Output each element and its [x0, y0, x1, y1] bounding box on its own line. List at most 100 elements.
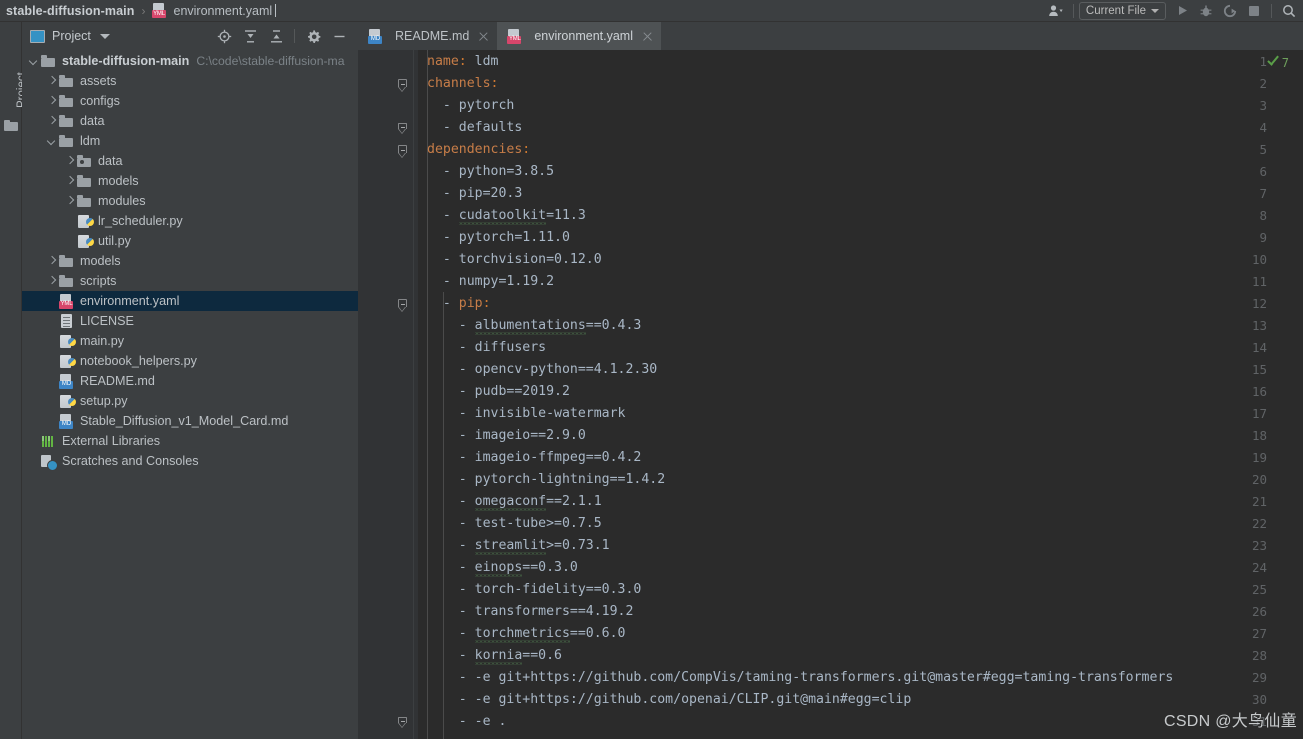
code-line[interactable]: - omegaconf==2.1.1 [427, 491, 602, 513]
code-line[interactable]: - diffusers [427, 337, 546, 359]
code-line[interactable]: - torchvision=0.12.0 [427, 249, 602, 271]
tree-item-util-py[interactable]: util.py [22, 231, 358, 251]
chevron-right-icon[interactable] [46, 75, 59, 88]
tree-item-ldm[interactable]: ldm [22, 131, 358, 151]
chevron-right-icon[interactable] [46, 115, 59, 128]
tree-item-stable-diffusion-v1-model-card-md[interactable]: MD Stable_Diffusion_v1_Model_Card.md [22, 411, 358, 431]
code-line[interactable]: - torchmetrics==0.6.0 [427, 623, 626, 645]
code-line[interactable]: - pytorch-lightning==1.4.2 [427, 469, 665, 491]
tree-item-setup-py[interactable]: setup.py [22, 391, 358, 411]
scroll-from-source-icon[interactable] [211, 23, 237, 49]
code-line[interactable]: - -e git+https://github.com/CompVis/tami… [427, 667, 1174, 689]
expand-all-icon[interactable] [237, 23, 263, 49]
code-line[interactable]: name: ldm [427, 51, 498, 73]
chevron-down-icon[interactable] [46, 135, 59, 148]
code-line[interactable]: - streamlit>=0.73.1 [427, 535, 610, 557]
code-token: - imageio-ffmpeg==0.4.2 [427, 450, 642, 465]
fold-region-end-icon[interactable] [398, 123, 409, 134]
tree-item-lr-scheduler-py[interactable]: lr_scheduler.py [22, 211, 358, 231]
code-line[interactable]: channels: [427, 73, 498, 95]
close-icon[interactable] [641, 30, 654, 43]
code-line[interactable]: - imageio-ffmpeg==0.4.2 [427, 447, 642, 469]
chevron-right-icon[interactable] [64, 195, 77, 208]
search-icon[interactable] [1277, 1, 1301, 21]
code-line[interactable]: - invisible-watermark [427, 403, 626, 425]
code-line[interactable]: - cudatoolkit=11.3 [427, 205, 586, 227]
debug-bug-icon[interactable] [1194, 1, 1218, 21]
fold-collapse-icon[interactable] [398, 79, 409, 92]
code-line[interactable]: - python=3.8.5 [427, 161, 554, 183]
fold-collapse-icon[interactable] [398, 299, 409, 312]
editor-gutter[interactable] [358, 50, 418, 739]
code-line[interactable]: - opencv-python==4.1.2.30 [427, 359, 658, 381]
code-line[interactable]: - test-tube>=0.7.5 [427, 513, 602, 535]
code-line[interactable]: - kornia==0.6 [427, 645, 562, 667]
chevron-right-icon[interactable] [46, 95, 59, 108]
run-coverage-icon[interactable] [1218, 1, 1242, 21]
tree-item-environment-yaml[interactable]: YML environment.yaml [22, 291, 358, 311]
chevron-right-icon[interactable] [64, 175, 77, 188]
project-panel-title: Project [52, 29, 91, 43]
chevron-right-icon[interactable] [46, 255, 59, 268]
fold-region-end-icon[interactable] [398, 717, 409, 728]
tree-item-configs[interactable]: configs [22, 91, 358, 111]
run-configuration-selector[interactable]: Current File [1078, 1, 1166, 20]
code-line[interactable]: - pip: [427, 293, 491, 315]
run-play-icon[interactable] [1170, 1, 1194, 21]
tree-item-modules[interactable]: modules [22, 191, 358, 211]
code-line[interactable]: - -e . [427, 711, 507, 733]
tree-item-data[interactable]: data [22, 111, 358, 131]
tree-item-stable-diffusion-main[interactable]: stable-diffusion-main C:\code\stable-diff… [22, 51, 358, 71]
breadcrumb-file[interactable]: environment.yaml [174, 4, 273, 18]
code-line[interactable]: - transformers==4.19.2 [427, 601, 634, 623]
tree-item-scratches-and-consoles[interactable]: Scratches and Consoles [22, 451, 358, 471]
tree-item-scripts[interactable]: scripts [22, 271, 358, 291]
editor-tab-environment-yaml[interactable]: YML environment.yaml [497, 22, 661, 50]
code-token: - [427, 296, 459, 311]
code-line[interactable]: - pytorch=1.11.0 [427, 227, 570, 249]
user-icon[interactable] [1044, 1, 1068, 21]
tree-item-models[interactable]: models [22, 251, 358, 271]
code-content[interactable]: name: ldm channels: - pytorch - defaults d… [418, 50, 1303, 739]
editor-tab-readme-md[interactable]: MD README.md [358, 22, 497, 50]
code-token: pip [458, 296, 483, 311]
tree-item-main-py[interactable]: main.py [22, 331, 358, 351]
breadcrumb-project[interactable]: stable-diffusion-main [6, 4, 135, 18]
tree-item-data[interactable]: data [22, 151, 358, 171]
chevron-down-icon[interactable] [28, 55, 41, 68]
project-file-tree[interactable]: stable-diffusion-main C:\code\stable-diff… [22, 50, 358, 471]
tree-item-license[interactable]: LICENSE [22, 311, 358, 331]
tree-item-label: data [98, 154, 123, 168]
tree-item-assets[interactable]: assets [22, 71, 358, 91]
close-icon[interactable] [477, 30, 490, 43]
code-line[interactable]: - pytorch [427, 95, 514, 117]
code-line[interactable]: - pudb==2019.2 [427, 381, 570, 403]
code-line[interactable]: dependencies: [427, 139, 530, 161]
chevron-down-icon[interactable] [99, 33, 110, 39]
fold-collapse-icon[interactable] [398, 145, 409, 158]
tree-item-models[interactable]: models [22, 171, 358, 191]
code-line[interactable]: - defaults [427, 117, 522, 139]
code-line[interactable]: - numpy=1.19.2 [427, 271, 554, 293]
code-token: name [427, 54, 459, 69]
tree-item-readme-md[interactable]: MD README.md [22, 371, 358, 391]
code-editor[interactable]: 1 2 3 4 5 6 7 8 9 10 11 12 13 14 15 16 17 18 19 20 21 22 23 24 2… [358, 50, 1303, 739]
code-line[interactable]: - torch-fidelity==0.3.0 [427, 579, 642, 601]
code-line[interactable]: - imageio==2.9.0 [427, 425, 586, 447]
chevron-right-icon[interactable] [46, 275, 59, 288]
chevron-right-icon[interactable] [64, 155, 77, 168]
tool-window-tab-project[interactable]: Project [0, 46, 28, 110]
gear-icon[interactable] [300, 23, 326, 49]
collapse-all-icon[interactable] [263, 23, 289, 49]
code-line[interactable]: - pip=20.3 [427, 183, 522, 205]
code-line[interactable]: - albumentations==0.4.3 [427, 315, 642, 337]
stop-square-icon[interactable] [1242, 1, 1266, 21]
tree-item-notebook-helpers-py[interactable]: notebook_helpers.py [22, 351, 358, 371]
code-line[interactable]: - -e git+https://github.com/openai/CLIP.… [427, 689, 912, 711]
minimize-icon[interactable] [326, 23, 352, 49]
tree-item-external-libraries[interactable]: External Libraries [22, 431, 358, 451]
code-line[interactable]: - einops==0.3.0 [427, 557, 578, 579]
inspection-status[interactable]: 7 [1266, 56, 1289, 70]
folder-icon [59, 74, 75, 89]
tree-item-label: lr_scheduler.py [98, 214, 183, 228]
